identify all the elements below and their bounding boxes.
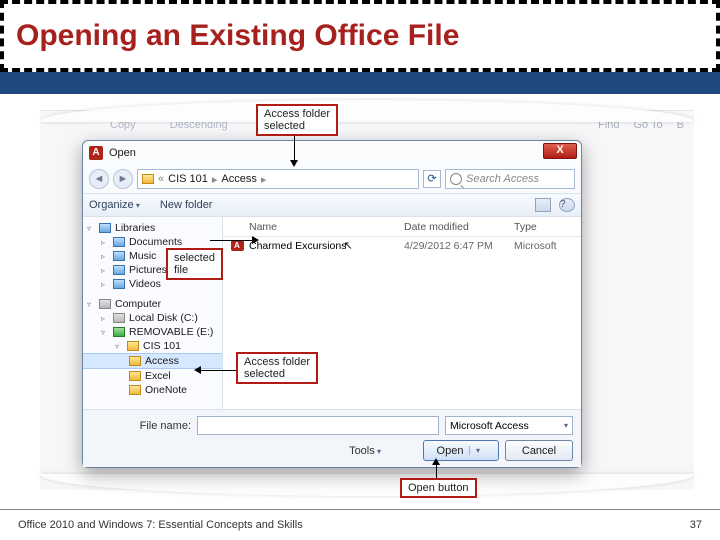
access-app-icon: A (89, 146, 103, 160)
removable-drive-icon (113, 327, 125, 337)
folder-icon (113, 279, 125, 289)
decorative-blue-band (0, 70, 720, 94)
cursor-icon: ↖ (343, 240, 352, 252)
tree-computer[interactable]: ▿Computer (83, 297, 222, 311)
folder-icon (113, 237, 125, 247)
callout-selected-file: selectedfile (166, 248, 223, 280)
folder-icon (127, 341, 139, 351)
view-options-button[interactable] (535, 198, 551, 212)
folder-icon (113, 265, 125, 275)
file-type-filter[interactable]: Microsoft Access▾ (445, 416, 573, 435)
search-input[interactable]: Search Access (445, 169, 575, 189)
footer-text: Office 2010 and Windows 7: Essential Con… (18, 519, 303, 531)
breadcrumb-access[interactable]: Access (221, 173, 256, 185)
open-dialog: A Open X ◄ ► « CIS 101 ▸ Access ▸ ⟳ Sear… (82, 140, 582, 468)
tree-excel[interactable]: Excel (83, 369, 222, 383)
nav-forward-button[interactable]: ► (113, 169, 133, 189)
search-placeholder: Search Access (466, 173, 539, 185)
organize-menu[interactable]: Organize (89, 199, 140, 211)
page-title: Opening an Existing Office File (16, 19, 459, 53)
callout-access-folder-tree: Access folderselected (236, 352, 318, 384)
page-number: 37 (690, 519, 702, 531)
torn-edge-bottom (40, 474, 694, 496)
refresh-button[interactable]: ⟳ (423, 170, 441, 188)
tree-libraries[interactable]: ▿Libraries (83, 221, 222, 235)
file-row-charmed[interactable]: Charmed Excursions↖ 4/29/2012 6:47 PM Mi… (223, 237, 581, 254)
tree-removable-e[interactable]: ▿REMOVABLE (E:) (83, 325, 222, 339)
folder-icon (142, 174, 154, 184)
title-bar: Opening an Existing Office File (0, 0, 720, 72)
library-icon (99, 223, 111, 233)
file-name-label: File name: (91, 420, 191, 432)
folder-icon (113, 251, 125, 261)
callout-access-folder-top: Access folderselected (256, 104, 338, 136)
dialog-title: Open (109, 147, 136, 159)
folder-icon (129, 356, 141, 366)
col-date[interactable]: Date modified (404, 221, 514, 233)
tools-menu[interactable]: Tools (281, 445, 381, 457)
callout-open-button: Open button (400, 478, 477, 498)
computer-icon (99, 299, 111, 309)
tree-access-selected[interactable]: Access (83, 353, 222, 369)
nav-tree[interactable]: ▿Libraries ▹Documents ▹Music ▹Pictures ▹… (83, 217, 223, 409)
col-type[interactable]: Type (514, 221, 581, 233)
help-button[interactable]: ? (559, 198, 575, 212)
slide-footer: Office 2010 and Windows 7: Essential Con… (0, 510, 720, 540)
breadcrumb[interactable]: « CIS 101 ▸ Access ▸ (137, 169, 419, 189)
new-folder-button[interactable]: New folder (160, 199, 213, 211)
cancel-button[interactable]: Cancel (505, 440, 573, 461)
dialog-titlebar: A Open X (83, 141, 581, 165)
breadcrumb-cis101[interactable]: CIS 101 (168, 173, 208, 185)
nav-back-button[interactable]: ◄ (89, 169, 109, 189)
drive-icon (113, 313, 125, 323)
torn-edge-top (40, 100, 694, 122)
search-icon (450, 173, 462, 185)
file-name-input[interactable] (197, 416, 439, 435)
folder-icon (129, 371, 141, 381)
col-name[interactable]: Name (249, 221, 404, 233)
tree-local-c[interactable]: ▹Local Disk (C:) (83, 311, 222, 325)
access-file-icon (231, 240, 244, 251)
tree-onenote[interactable]: OneNote (83, 383, 222, 397)
folder-icon (129, 385, 141, 395)
close-button[interactable]: X (543, 143, 577, 159)
tree-cis101[interactable]: ▿CIS 101 (83, 339, 222, 353)
tree-documents[interactable]: ▹Documents (83, 235, 222, 249)
